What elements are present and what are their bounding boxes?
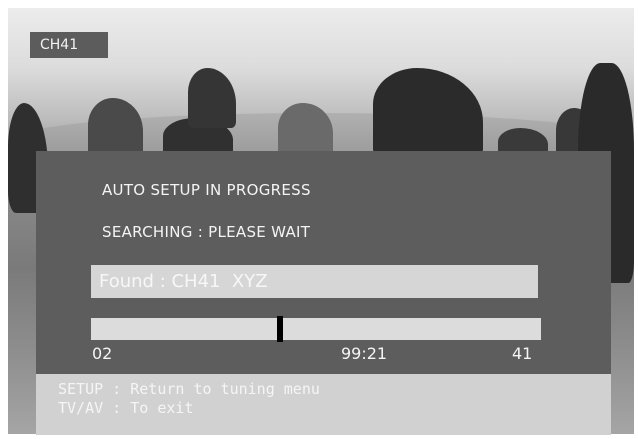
setup-title: AUTO SETUP IN PROGRESS: [102, 181, 311, 199]
progress-end-value: 41: [512, 344, 533, 363]
horse-silhouette: [88, 98, 143, 158]
found-channel-bar: Found : CH41 XYZ: [91, 265, 538, 298]
channel-badge: CH41: [30, 32, 108, 58]
help-bar: SETUP : Return to tuning menu TV/AV : To…: [36, 374, 611, 435]
horse-silhouette: [278, 103, 333, 158]
search-progress-bar: [91, 316, 541, 342]
help-line-setup: SETUP : Return to tuning menu: [58, 380, 320, 398]
horse-silhouette: [188, 68, 236, 128]
setup-status: SEARCHING : PLEASE WAIT: [102, 223, 311, 241]
progress-marker: [277, 316, 283, 342]
help-line-exit: TV/AV : To exit: [58, 399, 194, 417]
auto-setup-panel: AUTO SETUP IN PROGRESS SEARCHING : PLEAS…: [36, 151, 611, 435]
progress-middle-value: 99:21: [341, 344, 388, 363]
horse-silhouette: [373, 68, 483, 158]
progress-start-value: 02: [92, 344, 113, 363]
